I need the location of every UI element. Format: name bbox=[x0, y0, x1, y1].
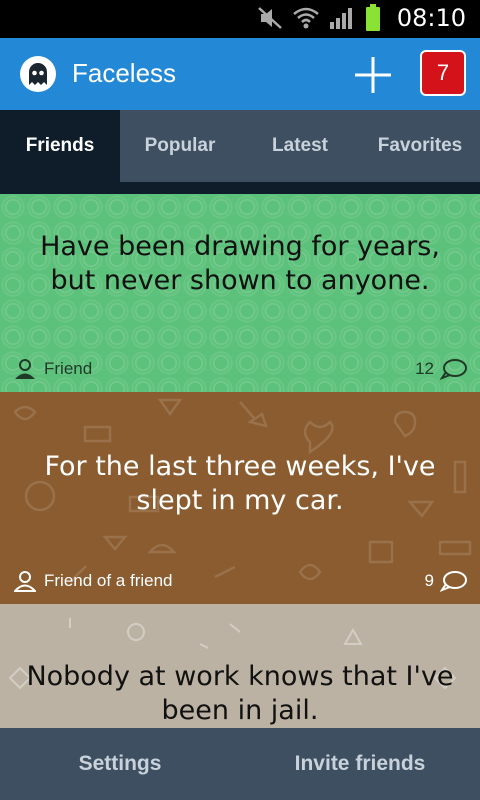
post-meta: Friend of a friend 9 bbox=[14, 568, 468, 594]
person-icon bbox=[15, 359, 35, 379]
person-icon bbox=[14, 571, 36, 592]
tab-popular[interactable]: Popular bbox=[120, 110, 240, 182]
post-text: Nobody at work knows that I've been in j… bbox=[26, 661, 454, 726]
tab-bar: Friends Popular Latest Favorites bbox=[0, 110, 480, 182]
comment-icon[interactable] bbox=[440, 358, 468, 380]
wifi-icon bbox=[293, 7, 319, 29]
ghost-logo-icon bbox=[20, 56, 56, 92]
mute-icon bbox=[257, 7, 282, 29]
app-bar: Faceless 7 bbox=[0, 38, 480, 110]
post-author: Friend bbox=[44, 359, 93, 378]
post-meta: Friend 12 bbox=[14, 356, 468, 382]
signal-icon bbox=[329, 8, 352, 29]
battery-icon bbox=[365, 4, 380, 31]
comment-count: 12 bbox=[415, 359, 434, 378]
status-icons: 08:10 bbox=[257, 4, 466, 32]
post-card[interactable]: Have been drawing for years, but never s… bbox=[0, 194, 480, 392]
status-bar: 08:10 bbox=[0, 0, 480, 38]
settings-button[interactable]: Settings bbox=[0, 728, 240, 800]
comment-count: 9 bbox=[424, 571, 434, 590]
app-title: Faceless bbox=[72, 58, 177, 88]
plus-icon bbox=[355, 57, 391, 93]
invite-friends-button[interactable]: Invite friends bbox=[240, 728, 480, 800]
comment-icon[interactable] bbox=[440, 570, 468, 592]
tab-friends[interactable]: Friends bbox=[0, 110, 120, 182]
add-post-button[interactable] bbox=[352, 54, 394, 96]
post-card[interactable]: For the last three weeks, I've slept in … bbox=[0, 392, 480, 604]
tab-bar-divider bbox=[0, 182, 480, 194]
tab-latest[interactable]: Latest bbox=[240, 110, 360, 182]
post-text: For the last three weeks, I've slept in … bbox=[44, 451, 436, 516]
post-card[interactable]: Nobody at work knows that I've been in j… bbox=[0, 604, 480, 728]
post-author: Friend of a friend bbox=[44, 571, 173, 590]
status-time: 08:10 bbox=[396, 4, 466, 32]
bottom-bar: Settings Invite friends bbox=[0, 728, 480, 800]
notification-badge[interactable]: 7 bbox=[420, 50, 466, 96]
tab-favorites[interactable]: Favorites bbox=[360, 110, 480, 182]
post-text: Have been drawing for years, but never s… bbox=[40, 231, 440, 296]
